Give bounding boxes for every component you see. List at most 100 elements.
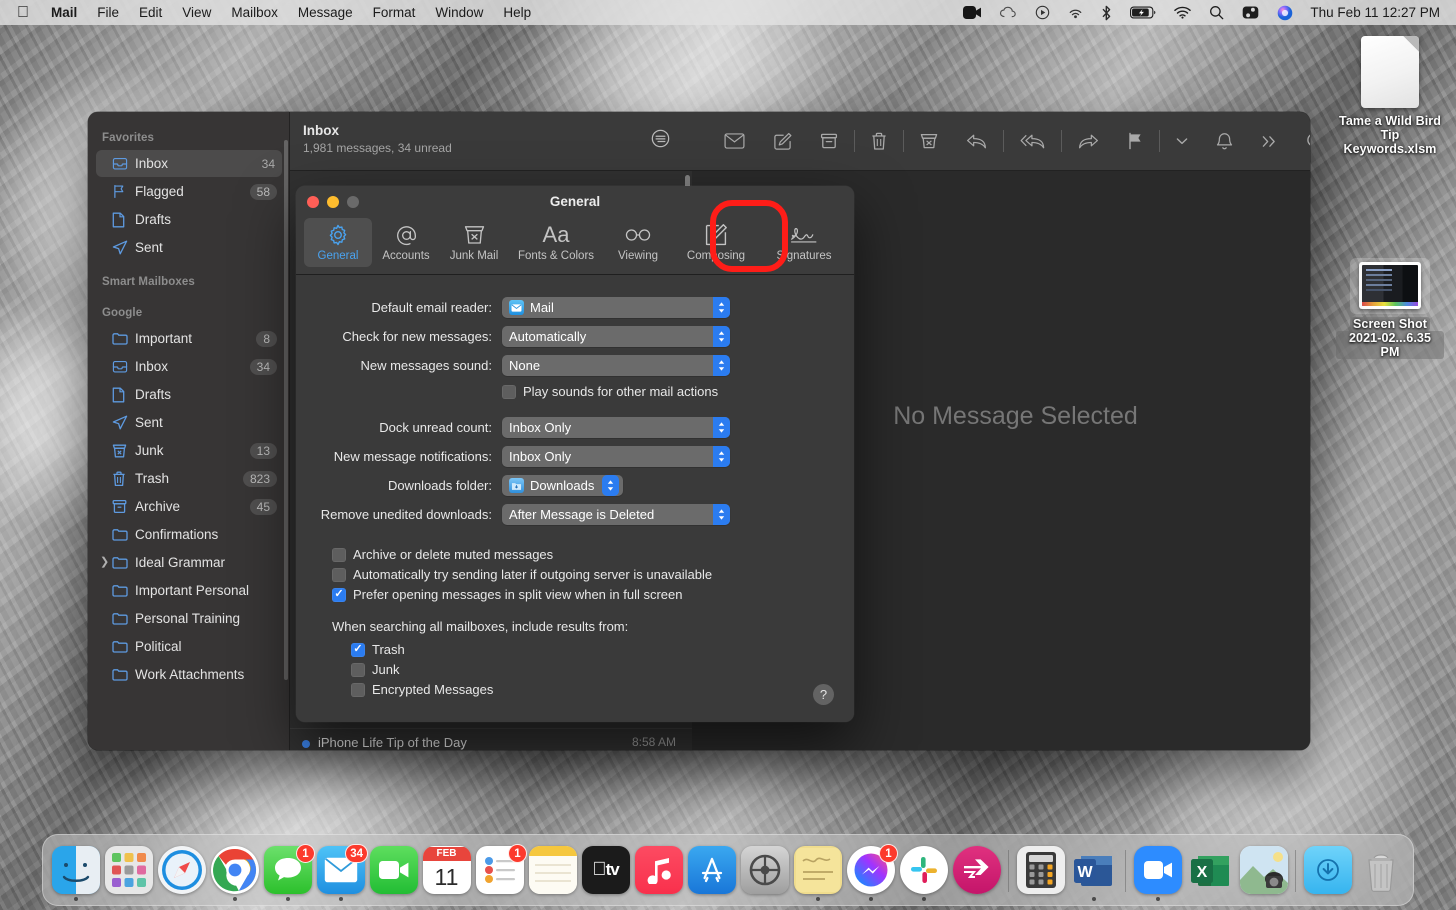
bluetooth-icon[interactable] [1092, 0, 1121, 25]
dock-item-music[interactable] [632, 846, 685, 901]
menu-item-window[interactable]: Window [425, 0, 493, 25]
dock-item-safari[interactable] [155, 846, 208, 901]
desktop-icon-screenshot-file[interactable]: Screen Shot 2021-02...6.35 PM [1336, 262, 1444, 359]
desktop-icon-xlsm-file[interactable]: Tame a Wild Bird Tip Keywords.xlsm [1336, 36, 1444, 156]
menu-item-file[interactable]: File [87, 0, 129, 25]
dock-item-reminders[interactable]: 1 [473, 846, 526, 901]
split-view-checkbox[interactable]: ✓ [332, 588, 346, 602]
airplay-icon[interactable] [1059, 0, 1092, 25]
search-junk-checkbox-row[interactable]: Junk [351, 662, 854, 677]
dock-item-launchpad[interactable] [102, 846, 155, 901]
creative-cloud-icon[interactable] [990, 0, 1026, 25]
search-icon[interactable] [1292, 124, 1310, 158]
tab-composing[interactable]: Composing [672, 218, 760, 267]
tab-rules[interactable]: Rules [848, 218, 854, 267]
mark-unread-icon[interactable] [710, 124, 759, 158]
filter-icon[interactable] [651, 129, 670, 153]
default-email-reader-select[interactable]: Mail [502, 297, 730, 318]
sidebar-item-confirmations[interactable]: Confirmations [96, 521, 282, 548]
dock-item-appletv[interactable]: tv [579, 846, 632, 901]
sidebar-item-important-personal[interactable]: Important Personal [96, 577, 282, 604]
mute-icon[interactable] [1202, 124, 1247, 158]
sidebar-item-sent[interactable]: Sent [96, 234, 282, 261]
play-sounds-checkbox-row[interactable]: Play sounds for other mail actions [502, 384, 718, 399]
sidebar-scrollbar[interactable] [284, 140, 288, 680]
menu-item-mail[interactable]: Mail [41, 0, 87, 25]
dock-item-preview[interactable] [1237, 846, 1290, 901]
menu-item-format[interactable]: Format [363, 0, 426, 25]
auto-send-later-checkbox-row[interactable]: Automatically try sending later if outgo… [332, 567, 854, 582]
search-trash-checkbox-row[interactable]: ✓ Trash [351, 642, 854, 657]
menu-item-mailbox[interactable]: Mailbox [221, 0, 288, 25]
dock-item-finder[interactable] [49, 846, 102, 901]
stepper-icon[interactable] [713, 326, 730, 347]
sidebar-item-work-attachments[interactable]: Work Attachments [96, 661, 282, 688]
list-item[interactable]: iPhone Life Tip of the Day 8:58 AM [290, 729, 692, 750]
menu-item-view[interactable]: View [172, 0, 221, 25]
dock-item-zoom[interactable] [1131, 846, 1184, 901]
sidebar-item-junk[interactable]: Junk 13 [96, 437, 282, 464]
tab-junk-mail[interactable]: Junk Mail [440, 218, 508, 267]
stepper-icon[interactable] [713, 297, 730, 318]
flag-icon[interactable] [1113, 124, 1157, 158]
junk-icon[interactable] [906, 124, 952, 158]
tab-accounts[interactable]: Accounts [372, 218, 440, 267]
reply-all-icon[interactable] [1006, 124, 1059, 158]
play-icon[interactable] [1026, 0, 1059, 25]
play-sounds-checkbox[interactable] [502, 385, 516, 399]
menubar-clock[interactable]: Thu Feb 11 12:27 PM [1302, 5, 1444, 20]
sidebar-item-drafts-google[interactable]: Drafts [96, 381, 282, 408]
more-icon[interactable] [1247, 124, 1292, 158]
siri-icon[interactable] [1268, 0, 1302, 25]
downloads-folder-select[interactable]: Downloads [502, 475, 623, 496]
sidebar-item-trash[interactable]: Trash 823 [96, 465, 282, 492]
delete-icon[interactable] [857, 124, 901, 158]
menu-item-message[interactable]: Message [288, 0, 363, 25]
spotlight-search-icon[interactable] [1200, 0, 1233, 25]
archive-muted-checkbox-row[interactable]: Archive or delete muted messages [332, 547, 854, 562]
archive-muted-checkbox[interactable] [332, 548, 346, 562]
sidebar-item-personal-training[interactable]: Personal Training [96, 605, 282, 632]
dock-item-stickies[interactable] [791, 846, 844, 901]
dock-item-messenger[interactable]: 1 [844, 846, 897, 901]
stepper-icon[interactable] [713, 355, 730, 376]
search-trash-checkbox[interactable]: ✓ [351, 643, 365, 657]
stepper-icon[interactable] [713, 446, 730, 467]
dock-item-mail[interactable]: 34 [314, 846, 367, 901]
menu-item-edit[interactable]: Edit [129, 0, 172, 25]
dock-item-system-preferences[interactable] [738, 846, 791, 901]
reply-icon[interactable] [952, 124, 1001, 158]
forward-icon[interactable] [1064, 124, 1113, 158]
minimize-button[interactable] [327, 196, 339, 208]
new-message-notifications-select[interactable]: Inbox Only [502, 446, 730, 467]
dock-item-shipt[interactable] [950, 846, 1003, 901]
tab-signatures[interactable]: Signatures [760, 218, 848, 267]
wifi-icon[interactable] [1165, 0, 1200, 25]
new-messages-sound-select[interactable]: None [502, 355, 730, 376]
control-center-icon[interactable] [1233, 0, 1268, 25]
search-junk-checkbox[interactable] [351, 663, 365, 677]
sidebar-item-ideal-grammar[interactable]: ❯ Ideal Grammar [96, 549, 282, 576]
dock-item-slack[interactable] [897, 846, 950, 901]
tab-general[interactable]: General [304, 218, 372, 267]
search-encrypted-checkbox[interactable] [351, 683, 365, 697]
close-button[interactable] [307, 196, 319, 208]
dock-item-downloads-folder[interactable] [1301, 846, 1354, 901]
dock-item-trash[interactable] [1354, 846, 1407, 901]
zoom-icon[interactable] [954, 0, 990, 25]
dock-item-appstore[interactable] [685, 846, 738, 901]
dock-item-calendar[interactable]: FEB 11 [420, 846, 473, 901]
sidebar-item-political[interactable]: Political [96, 633, 282, 660]
sidebar-item-drafts[interactable]: Drafts [96, 206, 282, 233]
archive-icon[interactable] [806, 124, 852, 158]
chevron-right-icon[interactable]: ❯ [100, 557, 109, 568]
check-for-new-messages-select[interactable]: Automatically [502, 326, 730, 347]
battery-charging-icon[interactable] [1121, 0, 1165, 25]
tab-fonts-colors[interactable]: Aa Fonts & Colors [508, 218, 604, 267]
auto-send-later-checkbox[interactable] [332, 568, 346, 582]
remove-unedited-downloads-select[interactable]: After Message is Deleted [502, 504, 730, 525]
stepper-icon[interactable] [713, 504, 730, 525]
apple-menu-icon[interactable]:  [0, 2, 41, 24]
menu-item-help[interactable]: Help [493, 0, 541, 25]
dock-item-messages[interactable]: 1 [261, 846, 314, 901]
